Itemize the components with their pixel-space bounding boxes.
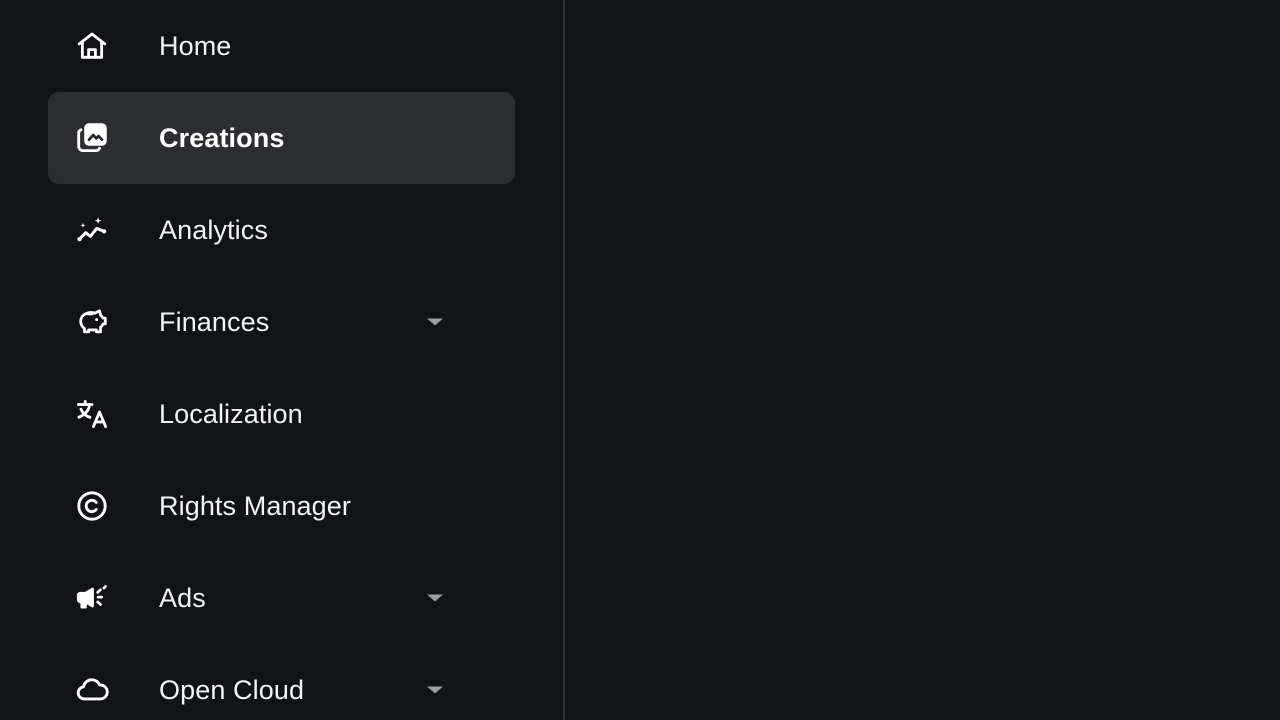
main-content-area bbox=[564, 0, 1280, 720]
sidebar-item-label: Home bbox=[159, 30, 232, 61]
sidebar-item-home[interactable]: Home bbox=[48, 0, 515, 92]
sidebar-item-ads[interactable]: Ads bbox=[48, 552, 515, 644]
translate-icon bbox=[75, 397, 109, 431]
app-root: Home Creations Analytics Finances Localizati… bbox=[0, 0, 1280, 720]
sidebar-nav-list: Home Creations Analytics Finances Localizati… bbox=[0, 0, 564, 720]
sidebar-item-label: Finances bbox=[159, 306, 270, 337]
sidebar-item-label: Analytics bbox=[159, 214, 268, 245]
chevron-down-icon[interactable] bbox=[427, 318, 443, 326]
sidebar-item-label: Open Cloud bbox=[159, 674, 305, 705]
piggy-bank-icon bbox=[75, 305, 109, 339]
cloud-icon bbox=[75, 673, 109, 707]
sidebar: Home Creations Analytics Finances Localizati… bbox=[0, 0, 564, 720]
sidebar-item-label: Rights Manager bbox=[159, 490, 351, 521]
sidebar-item-localization[interactable]: Localization bbox=[48, 368, 515, 460]
images-stack-icon bbox=[75, 121, 109, 155]
sidebar-item-label: Creations bbox=[159, 122, 285, 153]
sidebar-item-label: Localization bbox=[159, 398, 303, 429]
chevron-down-icon[interactable] bbox=[427, 686, 443, 694]
sidebar-item-rights-manager[interactable]: Rights Manager bbox=[48, 460, 515, 552]
sidebar-item-open-cloud[interactable]: Open Cloud bbox=[48, 644, 515, 720]
sidebar-item-finances[interactable]: Finances bbox=[48, 276, 515, 368]
sidebar-item-analytics[interactable]: Analytics bbox=[48, 184, 515, 276]
chevron-down-icon[interactable] bbox=[427, 594, 443, 602]
sidebar-main-divider bbox=[563, 0, 565, 720]
sparkle-line-chart-icon bbox=[75, 213, 109, 247]
copyright-icon bbox=[75, 489, 109, 523]
megaphone-icon bbox=[75, 581, 109, 615]
home-icon bbox=[75, 29, 109, 63]
sidebar-item-label: Ads bbox=[159, 582, 206, 613]
sidebar-item-creations[interactable]: Creations bbox=[48, 92, 515, 184]
